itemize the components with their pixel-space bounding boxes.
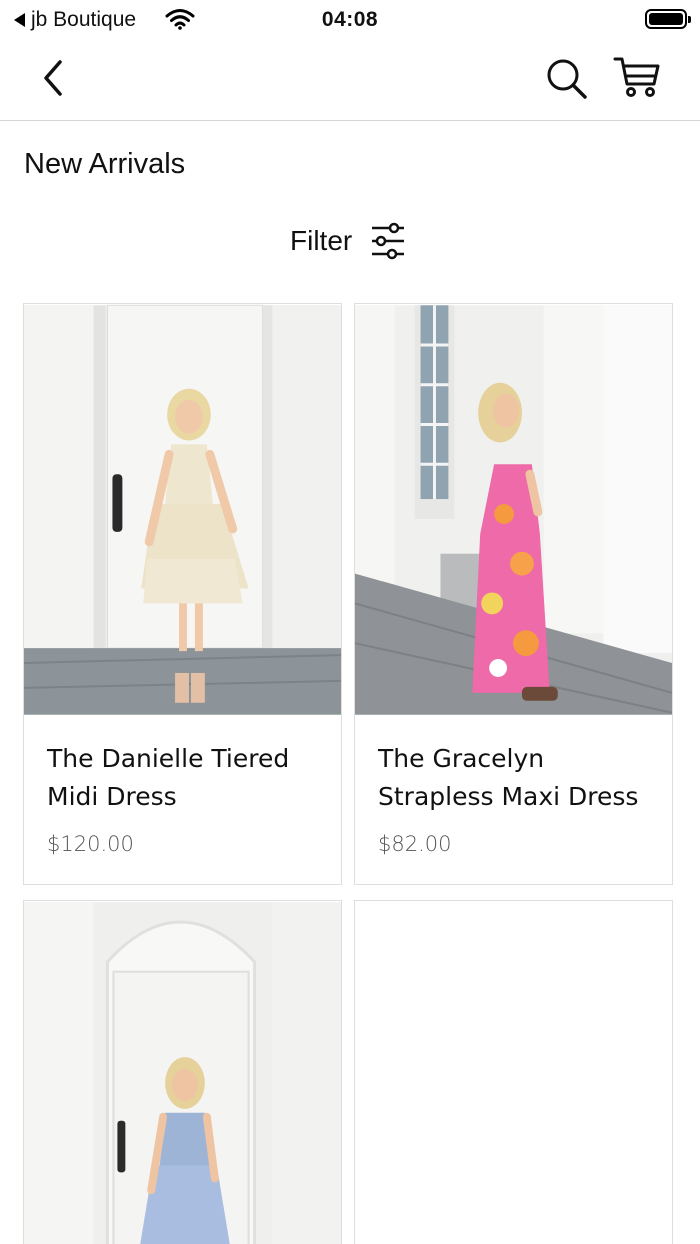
product-image[interactable]: [24, 901, 341, 1244]
search-icon[interactable]: [544, 56, 590, 102]
product-image[interactable]: [24, 304, 341, 716]
page-title: New Arrivals: [24, 148, 186, 180]
filter-label: Filter: [290, 225, 353, 256]
status-bar: jb Boutique 04:08: [0, 0, 700, 40]
product-image[interactable]: [355, 304, 672, 716]
sliders-icon: [372, 222, 405, 260]
navigation-bar: [0, 40, 700, 121]
cart-icon[interactable]: [612, 54, 662, 100]
product-name[interactable]: The Danielle Tiered Midi Dress: [47, 740, 327, 816]
battery-icon: [645, 9, 691, 29]
product-price: $120.00: [47, 832, 134, 856]
product-name[interactable]: The Gracelyn Strapless Maxi Dress: [378, 740, 658, 816]
product-card[interactable]: [23, 900, 342, 1244]
filter-button[interactable]: Filter: [290, 222, 406, 260]
product-card[interactable]: The Gracelyn Strapless Maxi Dress $82.00: [354, 303, 673, 885]
status-time: 04:08: [321, 8, 379, 31]
product-card[interactable]: The Danielle Tiered Midi Dress $120.00: [23, 303, 342, 885]
product-price: $82.00: [378, 832, 452, 856]
product-card-placeholder: [354, 900, 673, 1244]
chevron-left-icon[interactable]: [36, 58, 72, 98]
